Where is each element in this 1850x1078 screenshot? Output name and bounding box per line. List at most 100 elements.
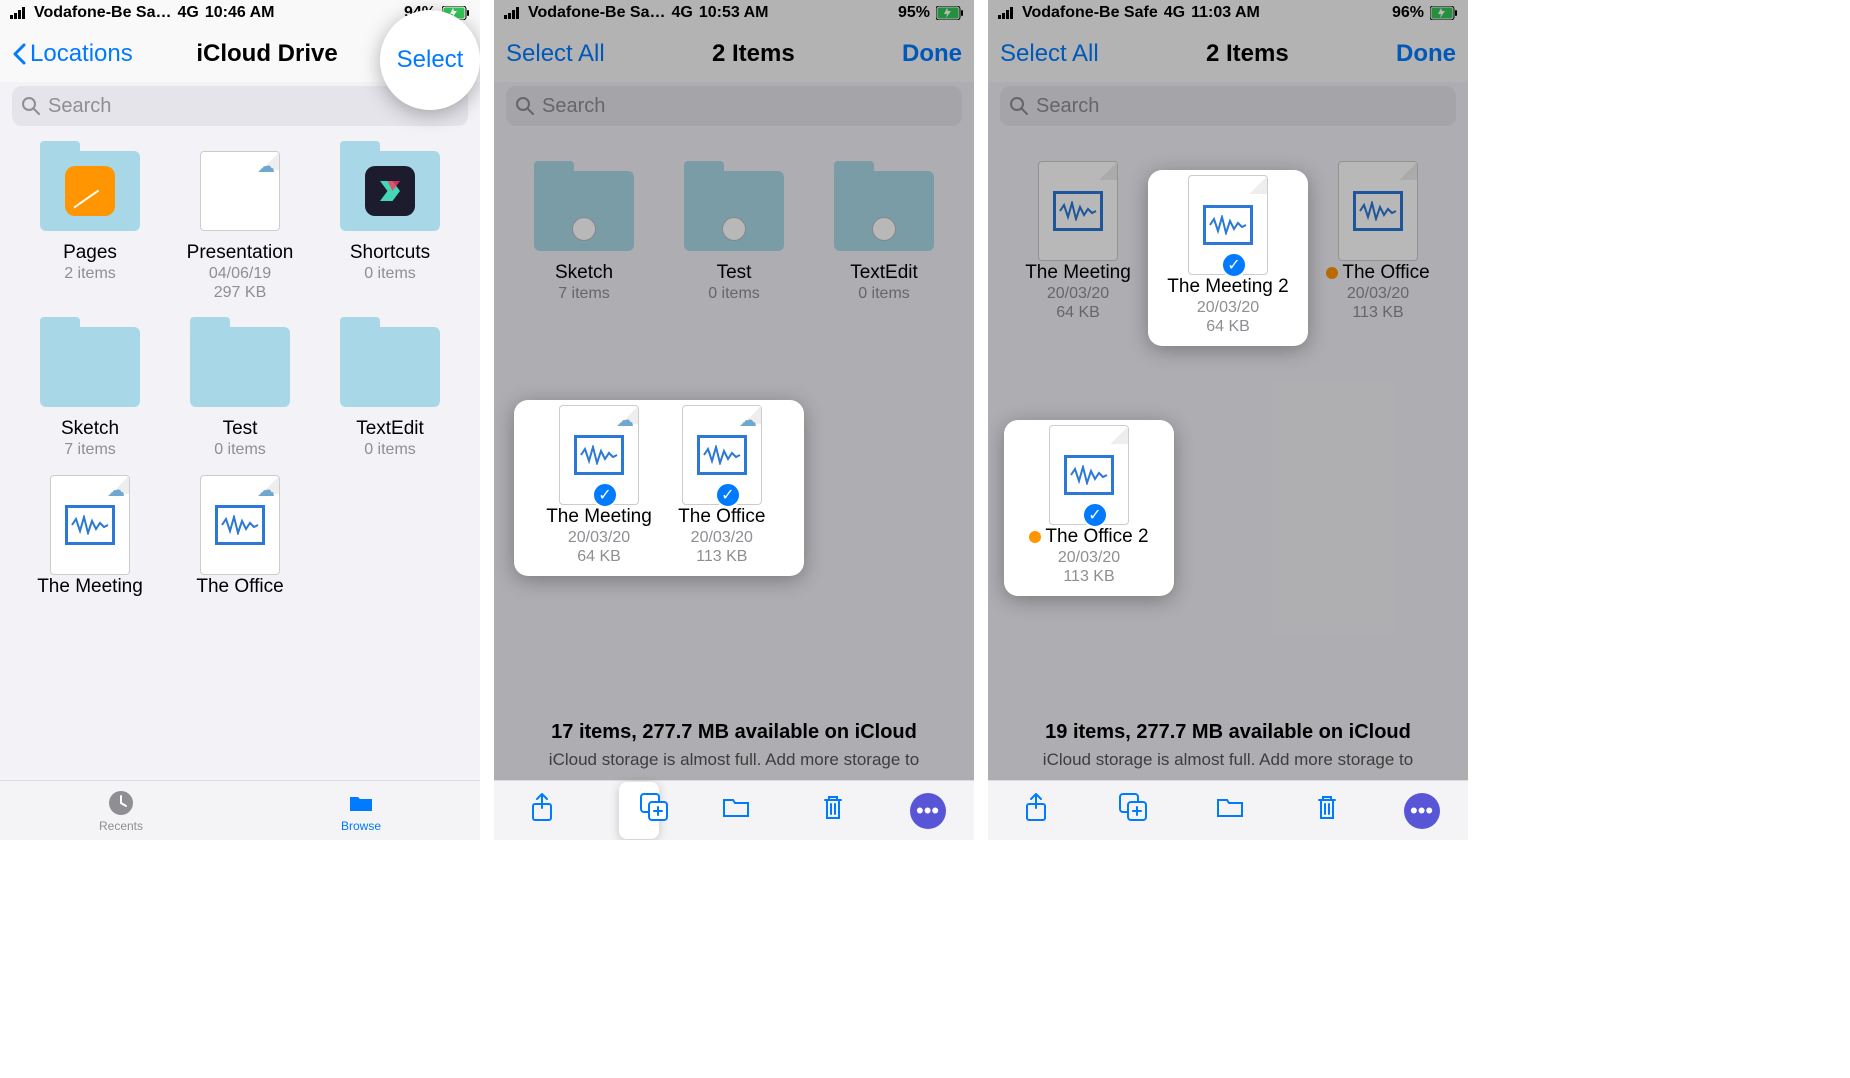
- item-label: The Office: [678, 506, 765, 528]
- share-button[interactable]: [522, 792, 562, 829]
- cloud-download-icon: ☁︎: [739, 410, 757, 431]
- duplicate-icon: [639, 792, 669, 822]
- tab-bar: Recents Browse: [0, 780, 480, 840]
- search-placeholder: Search: [48, 95, 111, 118]
- file-the-office-selected[interactable]: ☁︎✓ The Office 20/03/20 113 KB: [672, 410, 772, 566]
- delete-button[interactable]: [1307, 793, 1347, 828]
- search-placeholder: Search: [1036, 95, 1099, 118]
- signal-icon: [504, 7, 522, 19]
- search-field[interactable]: Search: [1000, 86, 1456, 126]
- item-label: The Meeting: [37, 576, 143, 598]
- file-the-meeting[interactable]: The Meeting 20/03/20 64 KB: [1008, 166, 1148, 322]
- file-presentation[interactable]: ☁︎ Presentation 04/06/19 297 KB: [170, 146, 310, 302]
- chevron-left-icon: [12, 43, 26, 65]
- done-button[interactable]: Done: [902, 40, 962, 68]
- file-highlight-meeting2: ✓ The Meeting 2 20/03/20 64 KB: [1148, 170, 1308, 346]
- folder-sketch[interactable]: Sketch 7 items: [514, 166, 654, 303]
- folder-icon: [347, 789, 375, 817]
- signal-icon: [998, 7, 1016, 19]
- search-icon: [516, 97, 534, 115]
- item-sub: 20/03/20: [1347, 284, 1409, 303]
- folder-icon: [1215, 794, 1245, 820]
- share-button[interactable]: [1016, 792, 1056, 829]
- waveform-icon: [1358, 201, 1398, 221]
- signal-icon: [10, 7, 28, 19]
- tab-label: Recents: [99, 819, 143, 833]
- ellipsis-icon: •••: [1410, 798, 1433, 824]
- item-label: Presentation: [187, 242, 294, 264]
- back-label: Locations: [30, 40, 133, 68]
- share-icon: [1023, 792, 1049, 822]
- file-the-meeting[interactable]: ☁︎ The Meeting: [20, 480, 160, 598]
- item-label: The Office 2: [1029, 526, 1148, 548]
- folder-shortcuts[interactable]: Shortcuts 0 items: [320, 146, 460, 302]
- battery-icon: [936, 6, 964, 20]
- share-icon: [529, 792, 555, 822]
- more-button[interactable]: •••: [1404, 793, 1440, 829]
- select-highlight: Select: [380, 10, 480, 110]
- more-button[interactable]: •••: [910, 793, 946, 829]
- waveform-icon: [1208, 215, 1248, 235]
- checkmark-icon: ✓: [592, 482, 618, 508]
- files-grid: Pages 2 items ☁︎ Presentation 04/06/19 2…: [0, 136, 480, 608]
- folder-pages[interactable]: Pages 2 items: [20, 146, 160, 302]
- storage-warning: iCloud storage is almost full. Add more …: [1008, 750, 1448, 770]
- storage-info: 19 items, 277.7 MB available on iCloud i…: [988, 721, 1468, 770]
- search-icon: [22, 97, 40, 115]
- back-button[interactable]: Locations: [12, 40, 133, 68]
- network-label: 4G: [672, 4, 693, 22]
- done-button[interactable]: Done: [1396, 40, 1456, 68]
- waveform-icon: [1069, 465, 1109, 485]
- select-all-button[interactable]: Select All: [506, 40, 605, 68]
- delete-button[interactable]: [813, 793, 853, 828]
- storage-info: 17 items, 277.7 MB available on iCloud i…: [494, 721, 974, 770]
- item-sub: 2 items: [64, 264, 116, 283]
- item-label: The Meeting 2: [1167, 276, 1288, 298]
- shortcuts-icon: [365, 166, 415, 216]
- ellipsis-icon: •••: [916, 798, 939, 824]
- status-bar: Vodafone-Be Safe 4G 11:03 AM 96%: [988, 0, 1468, 26]
- pages-icon: [65, 166, 115, 216]
- duplicate-button[interactable]: [1113, 792, 1153, 829]
- select-all-button[interactable]: Select All: [1000, 40, 1099, 68]
- carrier-label: Vodafone-Be Safe: [1022, 4, 1158, 22]
- move-button[interactable]: [716, 794, 756, 827]
- search-field[interactable]: Search: [506, 86, 962, 126]
- tab-browse[interactable]: Browse: [341, 789, 381, 833]
- item-sub: 04/06/19: [209, 264, 271, 283]
- folder-test[interactable]: Test 0 items: [170, 322, 310, 459]
- trash-icon: [1315, 793, 1339, 821]
- item-sub: 0 items: [214, 440, 266, 459]
- folder-textedit[interactable]: TextEdit 0 items: [814, 166, 954, 303]
- folder-sketch[interactable]: Sketch 7 items: [20, 322, 160, 459]
- item-sub: 113 KB: [1352, 303, 1403, 322]
- folder-textedit[interactable]: TextEdit 0 items: [320, 322, 460, 459]
- item-sub: 64 KB: [1056, 303, 1100, 322]
- duplicate-button[interactable]: [619, 782, 659, 839]
- tag-dot-icon: [1326, 267, 1338, 279]
- checkmark-icon: ✓: [1082, 502, 1108, 528]
- folder-test[interactable]: Test 0 items: [664, 166, 804, 303]
- item-sub: 20/03/20: [1058, 548, 1120, 567]
- tab-recents[interactable]: Recents: [99, 789, 143, 833]
- move-button[interactable]: [1210, 794, 1250, 827]
- waveform-icon: [70, 515, 110, 535]
- file-highlight-office2: ✓ The Office 2 20/03/20 113 KB: [1004, 420, 1174, 596]
- item-label: Sketch: [61, 418, 119, 440]
- storage-summary: 19 items, 277.7 MB available on iCloud: [1008, 721, 1448, 744]
- files-grid: Sketch 7 items Test 0 items TextEdit 0 i…: [494, 156, 974, 313]
- trash-icon: [821, 793, 845, 821]
- item-label: The Office: [196, 576, 283, 598]
- item-label: TextEdit: [850, 262, 918, 284]
- item-sub: 113 KB: [696, 547, 747, 566]
- file-the-meeting-2-selected[interactable]: ✓ The Meeting 2 20/03/20 64 KB: [1167, 180, 1288, 336]
- file-the-office-2-selected[interactable]: ✓ The Office 2 20/03/20 113 KB: [1029, 430, 1148, 586]
- waveform-icon: [702, 445, 742, 465]
- file-the-meeting-selected[interactable]: ☁︎✓ The Meeting 20/03/20 64 KB: [546, 410, 652, 566]
- file-the-office[interactable]: ☁︎ The Office: [170, 480, 310, 598]
- cloud-download-icon: ☁︎: [107, 480, 125, 501]
- cloud-download-icon: ☁︎: [257, 480, 275, 501]
- file-the-office[interactable]: The Office 20/03/20 113 KB: [1308, 166, 1448, 322]
- screen-3: Vodafone-Be Safe 4G 11:03 AM 96% Select …: [988, 0, 1468, 840]
- item-label: TextEdit: [356, 418, 424, 440]
